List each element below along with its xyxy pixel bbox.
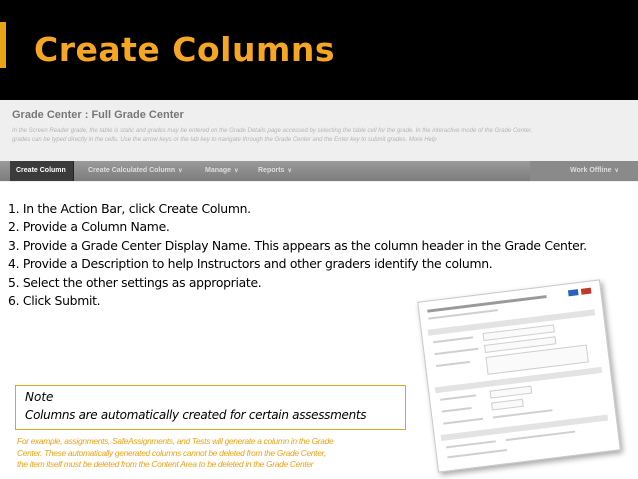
work-offline-label: Work Offline [570,167,612,174]
grade-center-description-line: grades can be typed directly in the cell… [12,137,437,143]
note-text: Columns are automatically created for ce… [25,408,367,422]
grade-center-description: In the Screen Reader grade, the table is… [12,127,624,145]
chevron-down-icon: ∨ [178,168,183,174]
example-line: the item itself must be deleted from the… [17,459,314,469]
step-item: 5. Select the other settings as appropri… [8,274,262,290]
step-item: 2. Provide a Column Name. [8,219,170,235]
chevron-down-icon: ∨ [234,168,239,174]
chevron-down-icon: ∨ [614,168,619,174]
reports-menu[interactable]: Reports ∨ [258,161,292,181]
note-box: Note Columns are automatically created f… [15,385,406,430]
note-title: Note [25,390,54,404]
reports-label: Reports [258,167,285,174]
manage-label: Manage [205,167,232,174]
example-line: Center. These automatically generated co… [17,447,326,458]
create-column-button[interactable]: Create Column [10,161,74,181]
create-calculated-column-label: Create Calculated Column [88,167,176,174]
slide-title: Create Columns [34,30,336,69]
create-column-form-thumbnail [417,279,621,473]
example-text: For example, assignments, SafeAssignment… [17,436,417,471]
chevron-down-icon: ∨ [287,168,292,174]
action-bar: Create Column Create Calculated Column ∨ … [0,161,638,181]
grade-center-title: Grade Center : Full Grade Center [12,109,184,121]
step-item: 1. In the Action Bar, click Create Colum… [8,201,251,216]
create-calculated-column-menu[interactable]: Create Calculated Column ∨ [88,161,183,181]
step-item: 3. Provide a Grade Center Display Name. … [8,237,587,253]
step-item: 4. Provide a Description to help Instruc… [8,256,493,272]
work-offline-menu[interactable]: Work Offline ∨ [570,161,619,181]
title-accent-stripe [0,22,6,68]
title-bar: Create Columns [0,0,638,100]
manage-menu[interactable]: Manage ∨ [205,161,238,181]
grade-center-description-line: In the Screen Reader grade, the table is… [12,128,533,134]
example-line: For example, assignments, SafeAssignment… [17,436,334,446]
